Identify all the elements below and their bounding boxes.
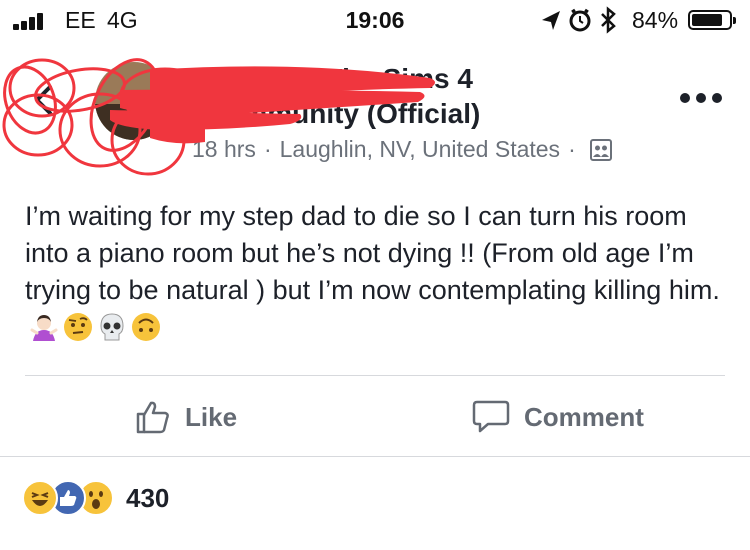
haha-reaction-icon (22, 480, 58, 516)
reaction-count: 430 (126, 482, 170, 513)
battery-percent: 84% (632, 7, 679, 33)
shared-to-arrow-icon: ▸ (305, 63, 320, 94)
group-audience-icon (589, 138, 612, 161)
woman-shrugging-icon (29, 312, 59, 342)
location-arrow-icon (542, 11, 560, 30)
more-options-icon[interactable] (680, 88, 722, 108)
thumbs-up-icon (136, 401, 169, 434)
reactions-summary[interactable]: 430 (22, 478, 169, 518)
comment-icon (472, 400, 510, 433)
status-icons (540, 6, 630, 42)
upside-down-face-icon (131, 312, 161, 342)
group-name[interactable]: ▸ The Sims 4 (305, 62, 473, 95)
comment-button[interactable]: Comment (472, 392, 644, 442)
face-raised-eyebrow-icon (63, 312, 93, 342)
post-time[interactable]: 18 hrs (192, 136, 256, 163)
group-name-continued[interactable]: Community (Official) (205, 98, 480, 130)
battery-icon (688, 10, 736, 30)
back-icon[interactable] (28, 83, 62, 117)
comment-label: Comment (524, 401, 644, 432)
alarm-clock-icon (569, 8, 591, 32)
divider (25, 375, 725, 376)
post-location[interactable]: Laughlin, NV, United States (280, 136, 560, 163)
divider (0, 456, 750, 457)
meta-separator: · (568, 136, 576, 162)
post-meta: 18 hrs · Laughlin, NV, United States · (192, 136, 612, 163)
like-label: Like (185, 401, 238, 432)
bluetooth-icon (601, 6, 616, 34)
skull-icon (97, 312, 127, 342)
post-text: I’m waiting for my step dad to die so I … (25, 198, 735, 346)
avatar[interactable] (95, 62, 173, 140)
status-bar: EE 4G 19:06 84% (0, 0, 750, 40)
like-button[interactable]: Like (135, 392, 237, 442)
meta-separator: · (263, 136, 272, 162)
